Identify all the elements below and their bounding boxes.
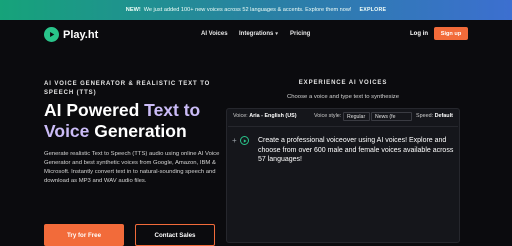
panel-divider [228, 126, 458, 127]
hero-title-part1: AI Powered [44, 100, 145, 120]
logo-text: Play.ht [63, 28, 99, 41]
hero-title-part2: Generation [89, 121, 187, 141]
chevron-down-icon: ▾ [275, 31, 278, 37]
top-nav: Play.ht AI Voices Integrations ▾ Pricing … [0, 20, 512, 48]
hero-title-highlight: Text to [144, 100, 201, 120]
nav-integrations[interactable]: Integrations ▾ [239, 31, 278, 37]
speed-label: Speed: [416, 113, 434, 119]
tts-demo-panel [226, 108, 460, 243]
style-regular-option[interactable]: Regular [343, 112, 370, 121]
banner-explore-link[interactable]: EXPLORE [359, 7, 386, 13]
speed-select[interactable]: Speed: Default [416, 113, 453, 119]
speed-value: Default [434, 113, 453, 119]
login-link[interactable]: Log in [410, 31, 428, 37]
add-block-icon[interactable]: + [232, 136, 237, 145]
voice-style-label: Voice style: [314, 113, 342, 119]
logo[interactable]: Play.ht [44, 27, 98, 42]
play-logo-icon [44, 27, 59, 42]
play-icon[interactable] [240, 136, 249, 145]
experience-subtitle: Choose a voice and type text to synthesi… [287, 94, 399, 100]
hero-description: Generate realistic Text to Speech (TTS) … [44, 151, 220, 184]
tts-text-input[interactable]: Create a professional voiceover using AI… [258, 136, 454, 165]
voice-value: Aria - English (US) [249, 113, 297, 119]
voice-label: Voice: [233, 113, 248, 119]
banner-message: We just added 100+ new voices across 52 … [143, 7, 352, 13]
hero-title: AI Powered Text to Voice Generation [44, 100, 244, 142]
style-news-option[interactable]: News (fe [371, 112, 412, 121]
signup-button[interactable]: Sign up [434, 27, 468, 40]
banner-new-label: NEW! [125, 7, 141, 13]
hero-title-voice: Voice [44, 121, 90, 141]
nav-ai-voices[interactable]: AI Voices [201, 31, 228, 37]
experience-title: EXPERIENCE AI VOICES [298, 80, 388, 86]
announcement-banner: NEW! We just added 100+ new voices acros… [0, 0, 512, 20]
hero-eyebrow: AI VOICE GENERATOR & REALISTIC TEXT TO S… [44, 81, 211, 96]
nav-integrations-label: Integrations [239, 31, 274, 37]
nav-pricing[interactable]: Pricing [290, 31, 310, 37]
style-news-label: News (fe [375, 113, 396, 120]
voice-select[interactable]: Voice: Aria - English (US) [233, 113, 297, 119]
